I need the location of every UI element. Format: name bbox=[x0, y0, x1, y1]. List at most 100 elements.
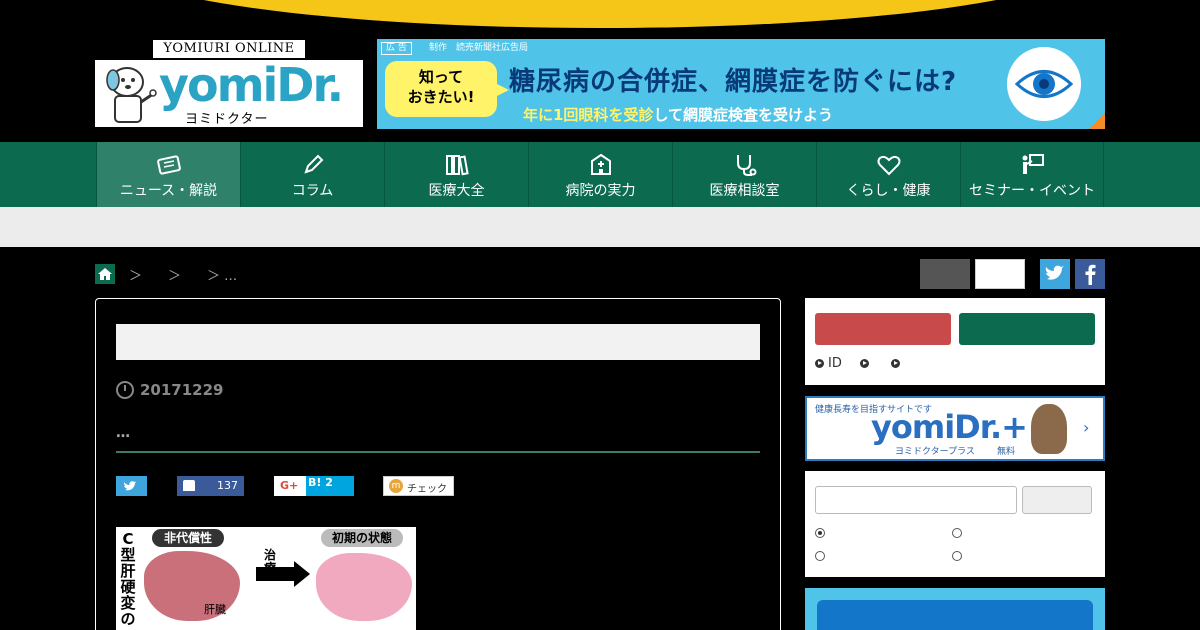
newspaper-icon bbox=[156, 155, 181, 175]
mixi-check-button[interactable]: m チェック bbox=[383, 476, 454, 496]
figure-vertical-title: C型肝硬変の bbox=[120, 530, 136, 628]
facebook-like-button[interactable]: 137 bbox=[177, 476, 244, 496]
facebook-share-button[interactable] bbox=[1075, 259, 1105, 289]
bear-mascot-icon bbox=[1031, 404, 1067, 454]
nav-item-news[interactable]: ニュース・解説 bbox=[96, 142, 240, 207]
ad-corner-mark bbox=[1089, 113, 1105, 129]
login-link-3[interactable] bbox=[890, 359, 904, 368]
font-size-small-button[interactable] bbox=[920, 259, 970, 289]
ad-tag: 広 告 bbox=[381, 42, 412, 55]
nav-label: コラム bbox=[291, 183, 334, 199]
ad-subline-highlight: 年に1回眼科を受診 bbox=[523, 106, 654, 124]
nav-item-consultation[interactable]: 医療相談室 bbox=[672, 142, 816, 207]
breadcrumb-current: ＞ … bbox=[207, 268, 238, 284]
ad-headline: 糖尿病の合併症、網膜症を防ぐには? bbox=[509, 67, 958, 97]
nav-item-hospital[interactable]: 病院の実力 bbox=[528, 142, 672, 207]
gplus-hatena-buttons[interactable]: G+ B! 2 bbox=[274, 476, 354, 496]
article-title bbox=[116, 324, 760, 360]
figure-label-right: 初期の状態 bbox=[321, 529, 403, 547]
ad-sponsor: 制作 読売新聞社広告局 bbox=[429, 43, 529, 53]
logo-box: yomiDr. ヨミドクター bbox=[95, 60, 363, 127]
twitter-share-button[interactable] bbox=[1040, 259, 1070, 289]
article-subtitle: … bbox=[116, 425, 131, 441]
site-search-box bbox=[805, 471, 1105, 577]
search-scope-radio-1[interactable] bbox=[815, 528, 825, 538]
font-size-large-button[interactable] bbox=[975, 259, 1025, 289]
nav-label: ニュース・解説 bbox=[119, 183, 218, 199]
thumbs-up-icon bbox=[183, 480, 195, 491]
login-button[interactable] bbox=[959, 313, 1095, 345]
nav-label: 病院の実力 bbox=[565, 183, 636, 199]
like-count: 137 bbox=[217, 479, 238, 492]
ad-banner[interactable]: 広 告 制作 読売新聞社広告局 知って おきたい! 糖尿病の合併症、網膜症を防ぐ… bbox=[377, 39, 1105, 129]
plus-banner-brand: yomiDr.+ bbox=[871, 408, 1028, 446]
ad-bubble-line2: おきたい! bbox=[407, 88, 475, 106]
twitter-icon bbox=[1045, 265, 1064, 280]
arrow-bullet-icon bbox=[859, 359, 869, 368]
nav-item-encyclopedia[interactable]: 医療大全 bbox=[384, 142, 528, 207]
nav-item-lifestyle[interactable]: くらし・健康 bbox=[816, 142, 960, 207]
breadcrumb-separator: ＞ bbox=[168, 268, 182, 284]
nav-label: くらし・健康 bbox=[846, 183, 931, 199]
top-decoration bbox=[110, 0, 1090, 28]
ad-subline-rest: して網膜症検査を受けよう bbox=[653, 106, 834, 124]
arrow-bullet-icon bbox=[815, 359, 824, 368]
clock-icon bbox=[116, 381, 134, 399]
article-date: 20171229 bbox=[116, 381, 224, 399]
site-logo[interactable]: YOMIURI ONLINE yomiDr. ヨミドクター bbox=[95, 40, 363, 127]
mixi-icon: m bbox=[389, 479, 403, 493]
nav-label: セミナー・イベント bbox=[969, 183, 1095, 199]
doctor-dog-mascot-icon bbox=[106, 67, 157, 123]
register-button[interactable] bbox=[815, 313, 951, 345]
brand-wordmark: yomiDr. bbox=[159, 58, 344, 112]
google-plus-icon: G+ bbox=[280, 479, 299, 492]
yomiuri-online-label: YOMIURI ONLINE bbox=[153, 40, 305, 58]
nav-label: 医療大全 bbox=[428, 183, 485, 199]
login-links: ID bbox=[815, 356, 922, 371]
login-link-2[interactable] bbox=[859, 359, 873, 368]
brand-katakana: ヨミドクター bbox=[185, 112, 269, 127]
main-nav: ニュース・解説 コラム 医療大全 病院の実力 医療相談室 くらし・健康 セミナー… bbox=[0, 142, 1200, 207]
figure-label-left: 非代償性 bbox=[152, 529, 224, 547]
eye-icon bbox=[1007, 47, 1081, 121]
breadcrumb: ＞ ＞ ＞ … bbox=[95, 264, 237, 284]
twitter-icon bbox=[123, 481, 137, 491]
sidebar-ad-banner[interactable] bbox=[805, 588, 1105, 630]
ad-bubble: 知って おきたい! bbox=[385, 61, 509, 117]
arrow-bullet-icon bbox=[890, 359, 900, 368]
healthy-liver-image bbox=[316, 553, 412, 621]
presenter-icon bbox=[1022, 154, 1044, 174]
ad-subline: 年に1回眼科を受診して網膜症検査を受けよう bbox=[523, 104, 833, 125]
article-card: 20171229 … 137 G+ B! 2 m チェック C型肝硬変の 非代償… bbox=[95, 298, 781, 630]
search-scope-radio-2[interactable] bbox=[952, 528, 962, 538]
chevron-right-icon: › bbox=[1083, 418, 1090, 437]
nav-item-seminar[interactable]: セミナー・イベント bbox=[960, 142, 1104, 207]
facebook-icon bbox=[1085, 264, 1096, 285]
ad-bubble-line1: 知って bbox=[418, 68, 464, 86]
sub-nav-band bbox=[0, 207, 1200, 247]
books-icon bbox=[445, 155, 469, 176]
search-scope-radio-4[interactable] bbox=[952, 551, 962, 561]
search-button[interactable] bbox=[1022, 486, 1092, 514]
nav-label: 医療相談室 bbox=[709, 183, 780, 199]
search-input[interactable] bbox=[815, 486, 1017, 514]
mixi-check-label: チェック bbox=[407, 484, 447, 495]
plus-banner-katakana: ヨミドクタープラス bbox=[895, 447, 975, 457]
hospital-icon bbox=[590, 153, 611, 175]
article-divider bbox=[116, 451, 760, 453]
nav-item-column[interactable]: コラム bbox=[240, 142, 384, 207]
plus-banner-free: 無料 bbox=[997, 447, 1016, 457]
figure-organ-label: 肝臓 bbox=[204, 603, 226, 616]
tweet-button[interactable] bbox=[116, 476, 147, 496]
hatena-bookmark-button[interactable]: B! 2 bbox=[306, 476, 354, 496]
login-link-id[interactable]: ID bbox=[815, 356, 842, 371]
article-date-text: 20171229 bbox=[140, 381, 224, 399]
treatment-arrow-icon bbox=[256, 561, 310, 587]
search-scope-radio-3[interactable] bbox=[815, 551, 825, 561]
pen-icon bbox=[303, 154, 323, 174]
heart-icon bbox=[877, 155, 900, 176]
breadcrumb-separator: ＞ bbox=[129, 268, 143, 284]
article-figure: C型肝硬変の 非代償性 初期の状態 肝臓 治療 bbox=[116, 527, 416, 630]
yomidr-plus-banner[interactable]: 健康長寿を目指すサイトです yomiDr.+ ヨミドクタープラス 無料 › bbox=[805, 396, 1105, 461]
home-icon[interactable] bbox=[95, 264, 115, 284]
